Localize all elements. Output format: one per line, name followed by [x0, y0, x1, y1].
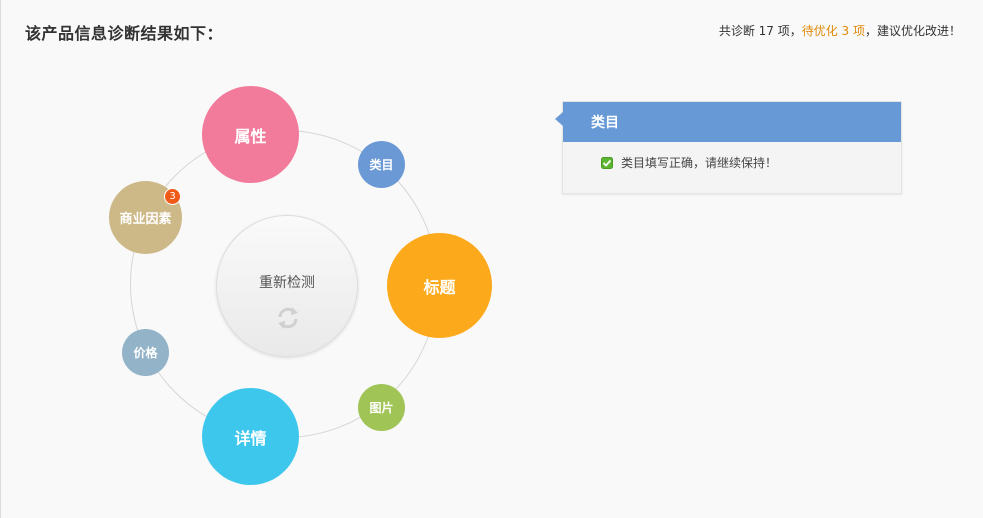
- panel-result-row: 类目填写正确，请继续保持！: [563, 154, 901, 171]
- panel-pointer: [555, 112, 563, 126]
- page-title: 该产品信息诊断结果如下：: [25, 24, 224, 43]
- summary-prefix: 共诊断 17 项，: [718, 24, 802, 38]
- bubble-details[interactable]: 详情: [202, 388, 299, 485]
- diagnosis-page: 该产品信息诊断结果如下： 共诊断 17 项，待优化 3 项，建议优化改进！ 重新…: [0, 0, 983, 518]
- bubble-price[interactable]: 价格: [122, 329, 169, 376]
- recheck-label: 重新检测: [259, 275, 315, 291]
- business-issue-badge: 3: [164, 188, 181, 205]
- refresh-icon: [278, 307, 298, 329]
- summary-warn-count: 待优化 3 项: [801, 24, 865, 38]
- panel-result-text: 类目填写正确，请继续保持！: [621, 156, 778, 170]
- panel-title: 类目: [563, 102, 901, 142]
- bubble-title[interactable]: 标题: [387, 233, 492, 338]
- recheck-button[interactable]: 重新检测: [216, 215, 358, 357]
- category-result-panel: 类目 类目填写正确，请继续保持！: [555, 101, 902, 194]
- bubble-images[interactable]: 图片: [358, 384, 405, 431]
- summary-suffix: ，建议优化改进！: [864, 24, 961, 38]
- bubble-category[interactable]: 类目: [358, 141, 405, 188]
- check-icon: [601, 156, 613, 169]
- bubble-attributes[interactable]: 属性: [202, 86, 299, 183]
- diagnosis-summary: 共诊断 17 项，待优化 3 项，建议优化改进！: [719, 22, 961, 39]
